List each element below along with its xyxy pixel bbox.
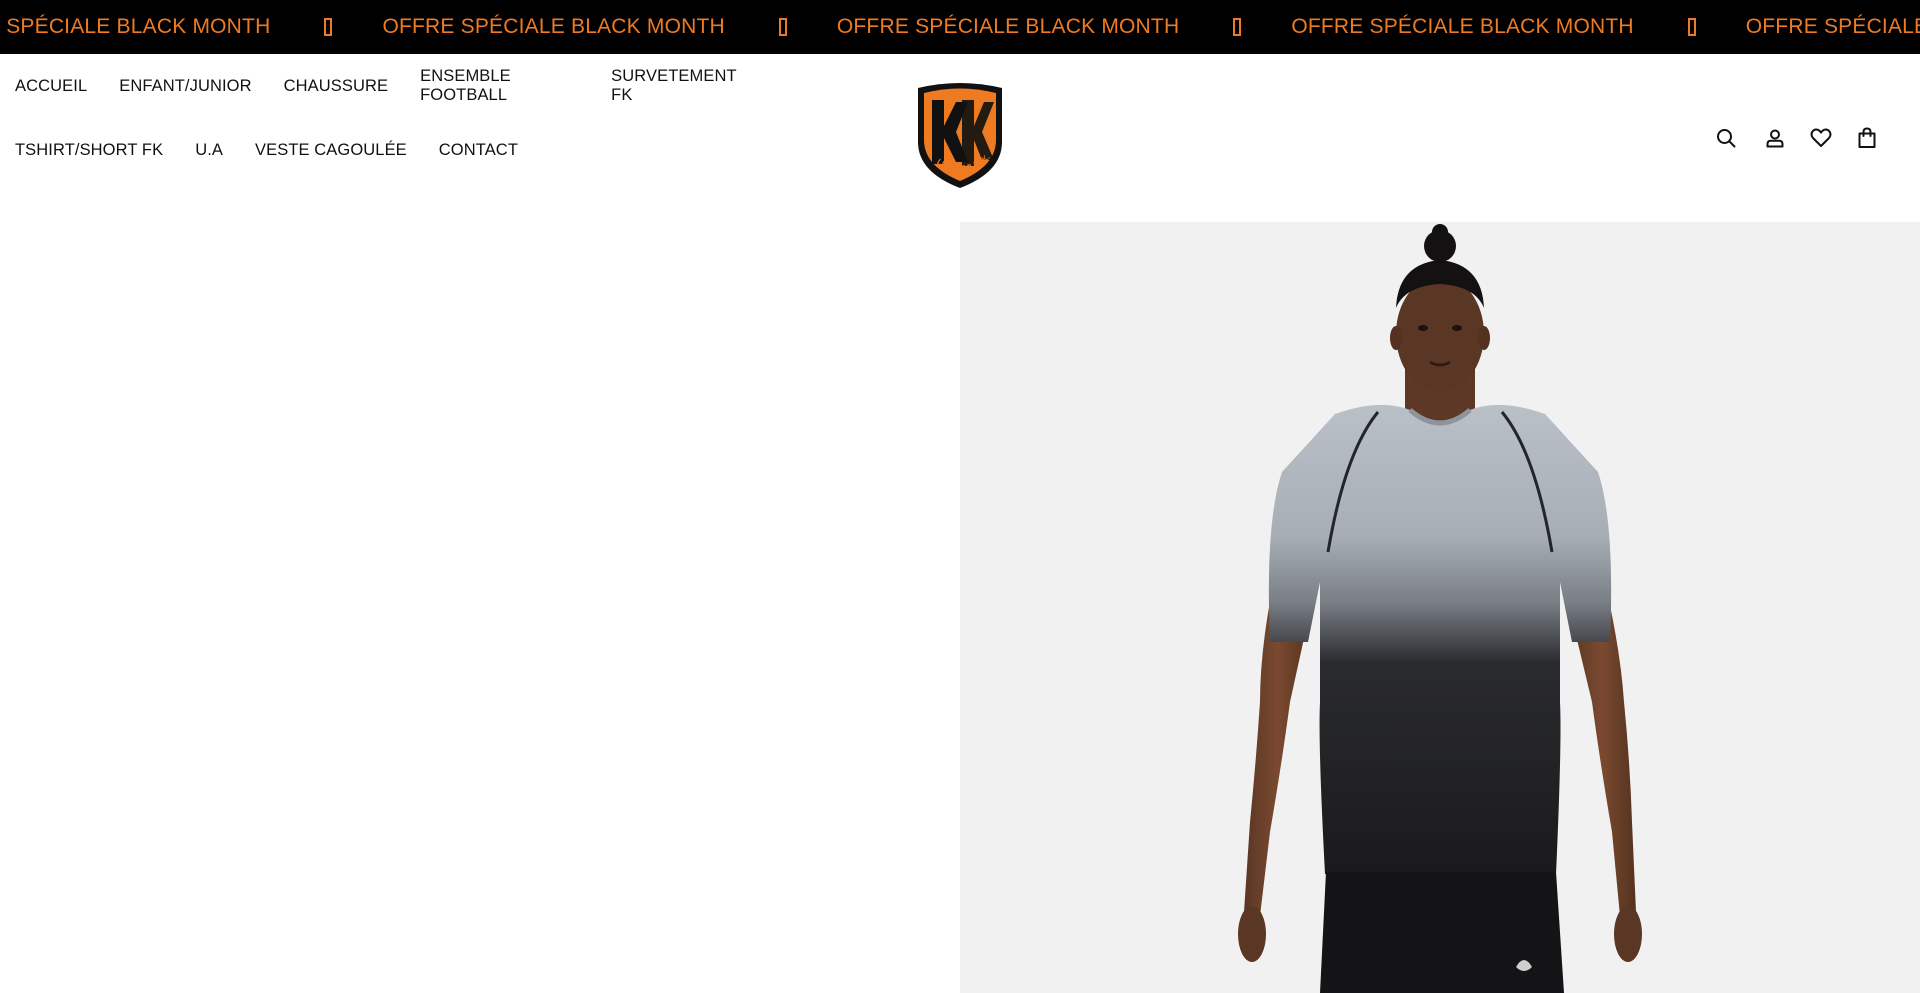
announcement-item: OFFRE SPÉCIALE BLACK MONTH xyxy=(382,15,836,39)
nav-link-accueil[interactable]: ACCUEIL xyxy=(15,77,87,96)
announcement-text: OFFRE SPÉCIALE BLACK MONTH xyxy=(382,15,725,38)
account-icon[interactable] xyxy=(1761,124,1789,152)
announcement-bar: OFFRE SPÉCIALE BLACK MONTH OFFRE SPÉCIALE… xyxy=(0,0,1920,54)
nav-link-survetement-fk[interactable]: SURVETEMENT FK xyxy=(611,67,743,105)
nav-link-enfant-junior[interactable]: ENFANT/JUNIOR xyxy=(119,77,251,96)
site-logo[interactable]: LE KREMLIN K.B xyxy=(907,73,1010,190)
nav-link-chaussure[interactable]: CHAUSSURE xyxy=(284,77,389,96)
product-info-panel xyxy=(0,222,960,993)
separator-glyph-icon xyxy=(778,18,787,36)
search-icon[interactable] xyxy=(1712,124,1740,152)
separator-glyph-icon xyxy=(1233,18,1242,36)
nav-link-ensemble-football[interactable]: ENSEMBLE FOOTBALL xyxy=(420,67,579,105)
site-header: ACCUEIL ENFANT/JUNIOR CHAUSSURE ENSEMBLE FO… xyxy=(0,54,1920,222)
main-navigation: ACCUEIL ENFANT/JUNIOR CHAUSSURE ENSEMBLE FO… xyxy=(15,54,775,182)
announcement-text: OFFRE SPÉCIALE BLACK MONTH xyxy=(1745,15,1920,38)
announcement-text: OFFRE SPÉCIALE BLACK MONTH xyxy=(0,15,271,38)
nav-link-contact[interactable]: CONTACT xyxy=(439,141,518,160)
announcement-text: OFFRE SPÉCIALE BLACK MONTH xyxy=(1291,15,1634,38)
separator-glyph-icon xyxy=(324,18,333,36)
announcement-item: OFFRE SPÉCIALE BLACK MONTH xyxy=(0,15,382,39)
separator-glyph-icon xyxy=(1687,18,1696,36)
product-model-image xyxy=(1238,224,1642,993)
kk-shield-logo-icon: LE KREMLIN K.B xyxy=(907,73,1002,188)
product-page-main xyxy=(0,222,1920,993)
nav-link-u-a[interactable]: U.A xyxy=(195,141,223,160)
header-icons xyxy=(1700,124,1920,164)
announcement-item: OFFRE SPÉCIALE BLACK MONTH xyxy=(1291,15,1745,39)
product-image[interactable] xyxy=(960,222,1920,993)
nav-link-veste-cagoul-e[interactable]: VESTE CAGOULÉE xyxy=(255,141,407,160)
announcement-track: OFFRE SPÉCIALE BLACK MONTH OFFRE SPÉCIALE… xyxy=(0,0,1920,54)
nav-row-2: TSHIRT/SHORT FK U.A VESTE CAGOULÉE CONTACT xyxy=(15,118,775,182)
announcement-item: OFFRE SPÉCIALE BLACK MONTH xyxy=(1746,15,1920,39)
announcement-text: OFFRE SPÉCIALE BLACK MONTH xyxy=(836,15,1180,38)
announcement-item: OFFRE SPÉCIALE BLACK MONTH xyxy=(837,15,1291,39)
nav-link-tshirt-short-fk[interactable]: TSHIRT/SHORT FK xyxy=(15,141,163,160)
wishlist-heart-icon[interactable] xyxy=(1807,124,1835,152)
nav-row-1: ACCUEIL ENFANT/JUNIOR CHAUSSURE ENSEMBLE FO… xyxy=(15,54,775,118)
cart-bag-icon[interactable] xyxy=(1853,124,1881,152)
